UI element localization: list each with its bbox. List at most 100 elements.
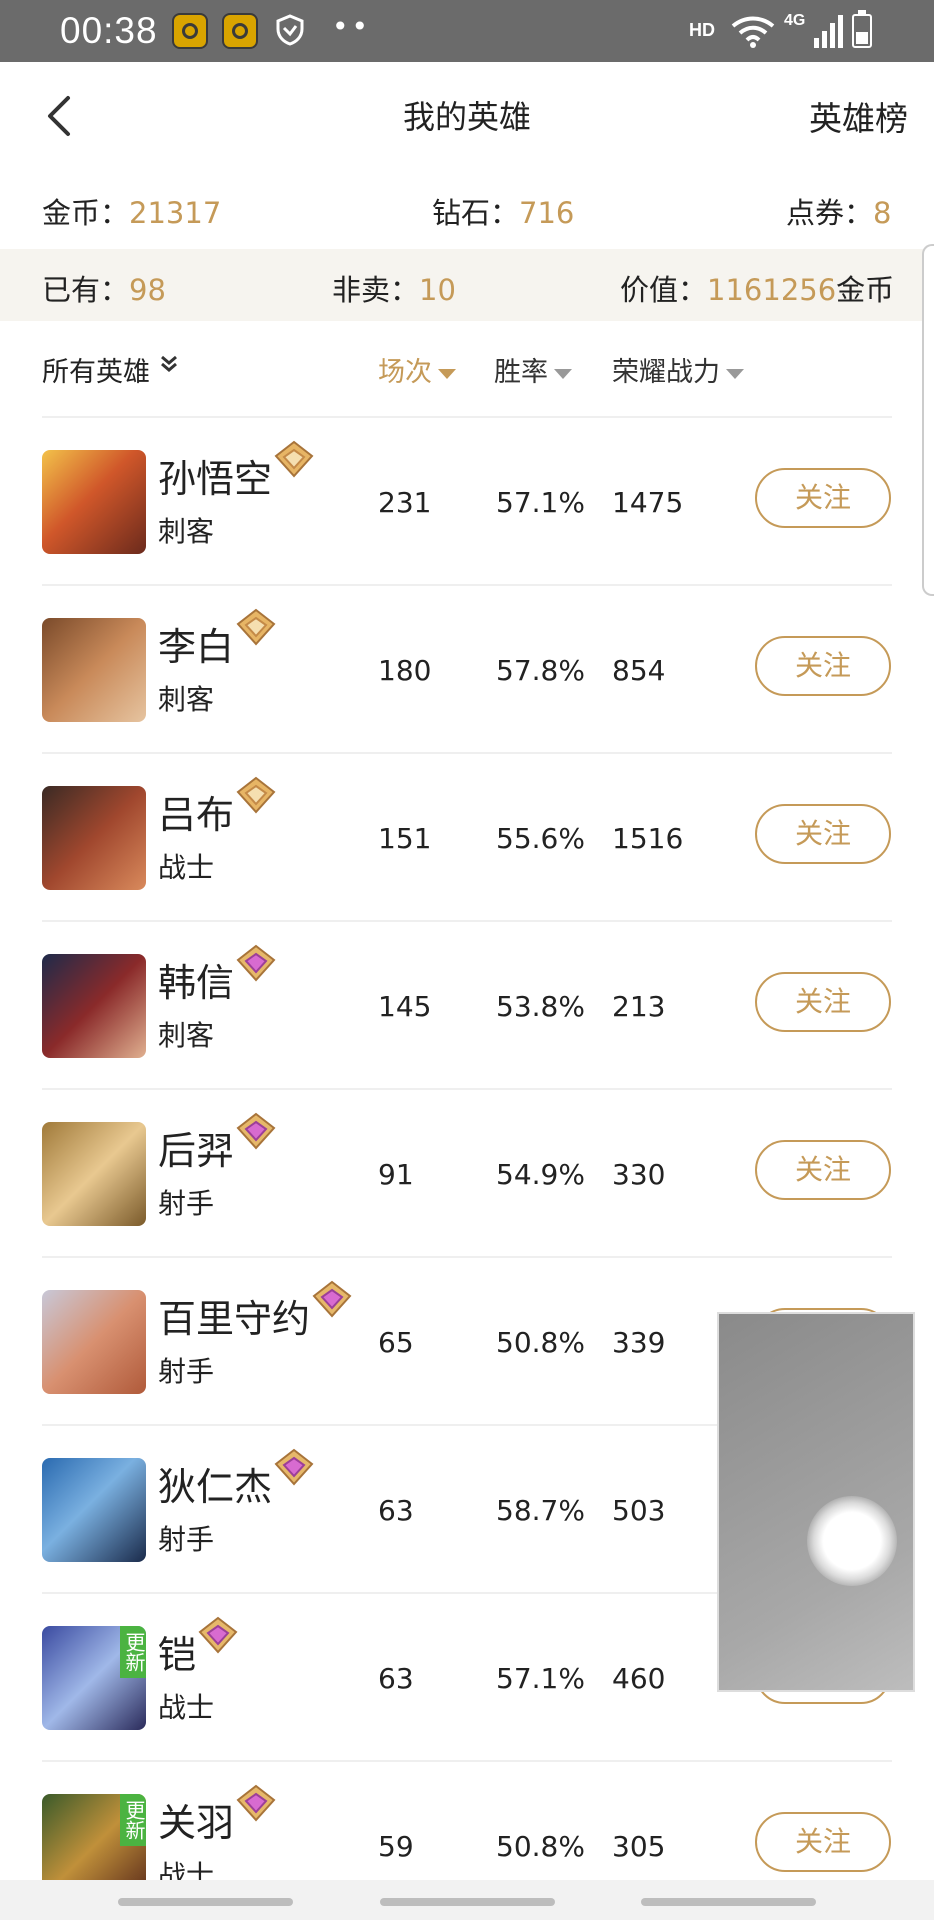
hero-name: 狄仁杰 (158, 1465, 273, 1509)
hero-name-wrap: 韩信 (158, 944, 276, 1007)
hero-name: 铠 (158, 1633, 197, 1677)
mastery-badge-icon (236, 1112, 276, 1150)
double-chevron-down-icon (160, 355, 177, 372)
hero-power: 339 (612, 1326, 666, 1359)
app-header: 我的英雄 英雄榜 (0, 62, 934, 170)
hero-role: 战士 (158, 1691, 215, 1724)
hero-name-wrap: 后羿 (158, 1112, 276, 1175)
hero-row[interactable]: 吕布 战士 151 55.6% 1516 关注 (0, 754, 934, 922)
hero-power: 854 (612, 654, 666, 687)
hero-filter-dropdown[interactable]: 所有英雄 (42, 350, 179, 389)
hero-name-wrap: 铠 (158, 1616, 238, 1679)
scroll-handle[interactable] (922, 244, 934, 596)
hero-matches: 180 (378, 654, 432, 687)
coins-stat: 金币：21317 (42, 196, 222, 230)
mastery-badge-icon (236, 776, 276, 814)
update-tag: 更新 (120, 1626, 146, 1678)
hero-name: 关羽 (158, 1801, 235, 1845)
hero-power: 1475 (612, 486, 684, 519)
status-time: 00:38 (60, 10, 158, 51)
hero-win-rate: 55.6% (496, 822, 585, 855)
follow-button[interactable]: 关注 (755, 636, 891, 696)
not-for-sale-stat: 非卖：10 (332, 273, 456, 307)
mastery-badge-icon (274, 1448, 314, 1486)
hero-name: 李白 (158, 625, 235, 669)
follow-button[interactable]: 关注 (755, 804, 891, 864)
hero-row[interactable]: 李白 刺客 180 57.8% 854 关注 (0, 586, 934, 754)
wifi-icon (731, 16, 775, 48)
nav-pill[interactable] (118, 1898, 293, 1906)
hero-avatar (42, 1290, 146, 1394)
hero-win-rate: 57.8% (496, 654, 585, 687)
hero-win-rate: 50.8% (496, 1326, 585, 1359)
hero-power: 213 (612, 990, 666, 1023)
hero-name: 孙悟空 (158, 457, 273, 501)
signal-icon (814, 15, 843, 48)
light-glare (807, 1496, 897, 1586)
hero-name: 后羿 (158, 1129, 235, 1173)
hero-name-wrap: 百里守约 (158, 1280, 352, 1343)
hero-avatar (42, 1122, 146, 1226)
hero-matches: 91 (378, 1158, 414, 1191)
hero-win-rate: 58.7% (496, 1494, 585, 1527)
sort-triangle-icon (554, 368, 572, 379)
hero-row[interactable]: 后羿 射手 91 54.9% 330 关注 (0, 1090, 934, 1258)
network-type: 4G (784, 12, 806, 29)
hero-win-rate: 54.9% (496, 1158, 585, 1191)
hero-matches: 145 (378, 990, 432, 1023)
hero-win-rate: 50.8% (496, 1830, 585, 1863)
hero-name-wrap: 关羽 (158, 1784, 276, 1847)
hero-row[interactable]: 孙悟空 刺客 231 57.1% 1475 关注 (0, 418, 934, 586)
hero-power: 503 (612, 1494, 666, 1527)
hero-win-rate: 57.1% (496, 1662, 585, 1695)
mastery-badge-icon (236, 1784, 276, 1822)
hero-matches: 65 (378, 1326, 414, 1359)
nav-pill[interactable] (380, 1898, 555, 1906)
sort-triangle-icon (438, 368, 456, 379)
value-stat: 价值：1161256金币 (620, 273, 895, 307)
hd-indicator: HD (689, 20, 715, 40)
hero-role: 战士 (158, 851, 215, 884)
hero-row[interactable]: 韩信 刺客 145 53.8% 213 关注 (0, 922, 934, 1090)
follow-button[interactable]: 关注 (755, 1140, 891, 1200)
hero-ranking-link[interactable]: 英雄榜 (809, 92, 908, 140)
app-notification-icon (172, 13, 208, 49)
hero-matches: 59 (378, 1830, 414, 1863)
sort-win-rate[interactable]: 胜率 (494, 350, 572, 389)
sort-triangle-icon (726, 368, 744, 379)
hero-role: 射手 (158, 1523, 215, 1556)
hero-avatar (42, 1458, 146, 1562)
floating-camera-preview[interactable] (717, 1312, 915, 1692)
owned-stat: 已有：98 (42, 273, 166, 307)
hero-name: 吕布 (158, 793, 235, 837)
follow-button[interactable]: 关注 (755, 468, 891, 528)
sort-matches[interactable]: 场次 (378, 350, 456, 389)
hero-matches: 63 (378, 1494, 414, 1527)
hero-avatar: 更新 (42, 1626, 146, 1730)
status-bar: 00:38 •• HD 4G (0, 0, 934, 62)
diamonds-stat: 钻石：716 (432, 196, 575, 230)
follow-button[interactable]: 关注 (755, 1812, 891, 1872)
hero-avatar (42, 450, 146, 554)
follow-button[interactable]: 关注 (755, 972, 891, 1032)
hero-win-rate: 53.8% (496, 990, 585, 1023)
hero-name-wrap: 吕布 (158, 776, 276, 839)
hero-role: 刺客 (158, 515, 215, 548)
mastery-badge-icon (198, 1616, 238, 1654)
hero-avatar (42, 618, 146, 722)
hero-name-wrap: 狄仁杰 (158, 1448, 314, 1511)
nav-pill[interactable] (641, 1898, 816, 1906)
coupons-stat: 点券：8 (786, 196, 892, 230)
hero-avatar (42, 786, 146, 890)
more-notifications-icon: •• (332, 10, 372, 43)
hero-win-rate: 57.1% (496, 486, 585, 519)
system-nav-bar (0, 1880, 934, 1920)
currency-summary: 金币：21317 钻石：716 点券：8 (0, 190, 934, 242)
hero-power: 1516 (612, 822, 684, 855)
page-title: 我的英雄 (402, 98, 531, 136)
hero-name: 韩信 (158, 961, 235, 1005)
sort-glory-power[interactable]: 荣耀战力 (612, 350, 744, 389)
hero-matches: 63 (378, 1662, 414, 1695)
hero-power: 460 (612, 1662, 666, 1695)
mastery-badge-icon (274, 440, 314, 478)
